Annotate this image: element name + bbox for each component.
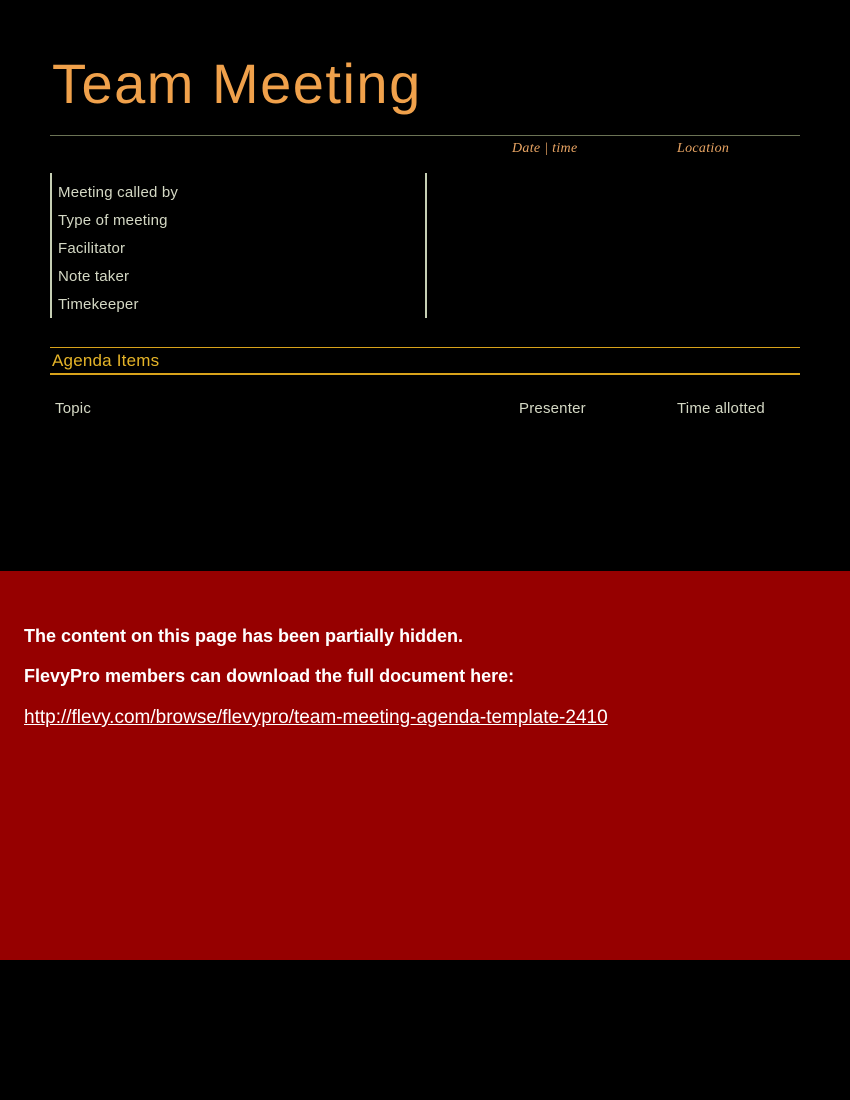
info-left-border: [50, 173, 52, 318]
notice-line-1: The content on this page has been partia…: [24, 626, 464, 646]
info-label-timekeeper: Timekeeper: [58, 296, 139, 313]
column-header-presenter: Presenter: [519, 400, 586, 417]
column-header-time-allotted: Time allotted: [677, 400, 765, 417]
meeting-info-block: Meeting called by Type of meeting Facili…: [50, 173, 800, 318]
flevypro-download-link[interactable]: http://flevy.com/browse/flevypro/team-me…: [24, 707, 608, 729]
info-label-type-of-meeting: Type of meeting: [58, 212, 168, 229]
agenda-section-title: Agenda Items: [52, 351, 160, 370]
document-page: Team Meeting Date | time Location Meetin…: [0, 0, 850, 1100]
date-time-header: Date | time: [512, 141, 578, 156]
info-label-facilitator: Facilitator: [58, 240, 126, 257]
agenda-top-rule: [50, 347, 800, 348]
info-label-meeting-called-by: Meeting called by: [58, 184, 179, 201]
column-header-topic: Topic: [55, 400, 92, 417]
notice-line-2: FlevyPro members can download the full d…: [24, 666, 515, 686]
info-label-note-taker: Note taker: [58, 268, 130, 285]
page-title: Team Meeting: [52, 52, 422, 115]
info-middle-divider: [425, 173, 427, 318]
agenda-bottom-rule: [50, 373, 800, 375]
location-header: Location: [677, 141, 730, 156]
header-divider: [50, 135, 800, 136]
